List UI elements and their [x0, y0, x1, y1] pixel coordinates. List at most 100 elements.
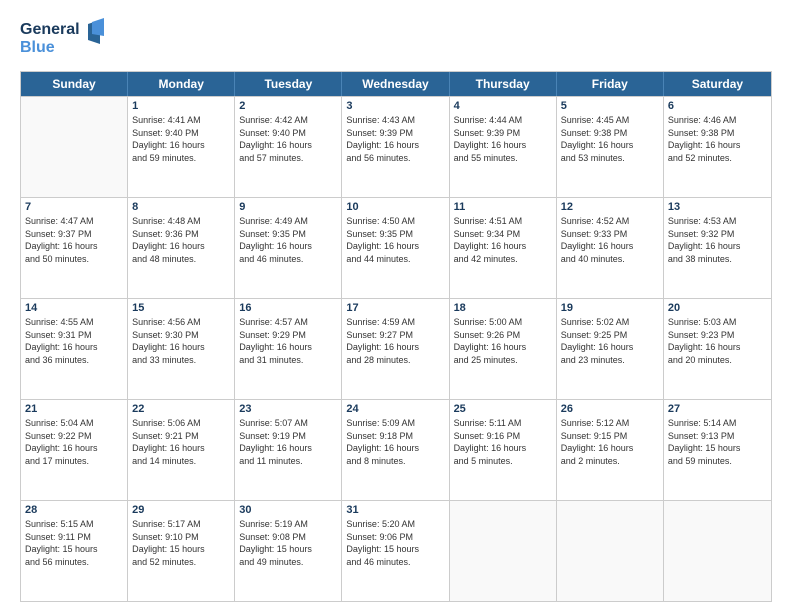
calendar-cell-25: 25Sunrise: 5:11 AM Sunset: 9:16 PM Dayli…: [450, 400, 557, 500]
day-number: 10: [346, 201, 444, 213]
cell-info: Sunrise: 5:15 AM Sunset: 9:11 PM Dayligh…: [25, 518, 123, 568]
calendar-cell-13: 13 Sunrise: 4:53 AM Sunset: 9:32 PM Dayli…: [664, 198, 771, 298]
day-number: 7: [25, 201, 123, 213]
calendar-cell-12: 12Sunrise: 4:52 AM Sunset: 9:33 PM Dayli…: [557, 198, 664, 298]
calendar-cell-17: 17Sunrise: 4:59 AM Sunset: 9:27 PM Dayli…: [342, 299, 449, 399]
day-number: 6: [668, 100, 767, 112]
cell-info: Sunrise: 5:07 AM Sunset: 9:19 PM Dayligh…: [239, 417, 337, 467]
header: General Blue: [20, 16, 772, 63]
cell-info: Sunrise: 4:53 AM Sunset: 9:32 PM Dayligh…: [668, 215, 767, 265]
calendar-cell-empty: [21, 97, 128, 197]
calendar-row-3: 21 Sunrise: 5:04 AM Sunset: 9:22 PM Dayli…: [21, 399, 771, 500]
header-day-monday: Monday: [128, 72, 235, 96]
logo-svg: General Blue: [20, 16, 110, 58]
day-number: 20: [668, 302, 767, 314]
header-day-wednesday: Wednesday: [342, 72, 449, 96]
day-number: 19: [561, 302, 659, 314]
calendar-cell-19: 19 Sunrise: 5:02 AM Sunset: 9:25 PM Dayli…: [557, 299, 664, 399]
calendar-cell-empty: [557, 501, 664, 601]
day-number: 8: [132, 201, 230, 213]
cell-info: Sunrise: 4:59 AM Sunset: 9:27 PM Dayligh…: [346, 316, 444, 366]
calendar-cell-16: 16 Sunrise: 4:57 AM Sunset: 9:29 PM Dayli…: [235, 299, 342, 399]
day-number: 16: [239, 302, 337, 314]
header-day-saturday: Saturday: [664, 72, 771, 96]
cell-info: Sunrise: 4:55 AM Sunset: 9:31 PM Dayligh…: [25, 316, 123, 366]
calendar-cell-18: 18Sunrise: 5:00 AM Sunset: 9:26 PM Dayli…: [450, 299, 557, 399]
cell-info: Sunrise: 4:41 AM Sunset: 9:40 PM Dayligh…: [132, 114, 230, 164]
cell-info: Sunrise: 5:12 AM Sunset: 9:15 PM Dayligh…: [561, 417, 659, 467]
calendar-cell-28: 28 Sunrise: 5:15 AM Sunset: 9:11 PM Dayli…: [21, 501, 128, 601]
calendar-cell-1: 1 Sunrise: 4:41 AM Sunset: 9:40 PM Daylig…: [128, 97, 235, 197]
day-number: 2: [239, 100, 337, 112]
calendar-body: 1 Sunrise: 4:41 AM Sunset: 9:40 PM Daylig…: [21, 96, 771, 601]
calendar-cell-8: 8 Sunrise: 4:48 AM Sunset: 9:36 PM Daylig…: [128, 198, 235, 298]
day-number: 14: [25, 302, 123, 314]
header-day-friday: Friday: [557, 72, 664, 96]
calendar-cell-7: 7Sunrise: 4:47 AM Sunset: 9:37 PM Daylig…: [21, 198, 128, 298]
calendar-row-0: 1 Sunrise: 4:41 AM Sunset: 9:40 PM Daylig…: [21, 96, 771, 197]
cell-info: Sunrise: 5:09 AM Sunset: 9:18 PM Dayligh…: [346, 417, 444, 467]
cell-info: Sunrise: 5:11 AM Sunset: 9:16 PM Dayligh…: [454, 417, 552, 467]
calendar-cell-29: 29 Sunrise: 5:17 AM Sunset: 9:10 PM Dayli…: [128, 501, 235, 601]
cell-info: Sunrise: 4:44 AM Sunset: 9:39 PM Dayligh…: [454, 114, 552, 164]
cell-info: Sunrise: 4:45 AM Sunset: 9:38 PM Dayligh…: [561, 114, 659, 164]
calendar-cell-3: 3 Sunrise: 4:43 AM Sunset: 9:39 PM Daylig…: [342, 97, 449, 197]
calendar-cell-6: 6 Sunrise: 4:46 AM Sunset: 9:38 PM Daylig…: [664, 97, 771, 197]
day-number: 26: [561, 403, 659, 415]
cell-info: Sunrise: 4:49 AM Sunset: 9:35 PM Dayligh…: [239, 215, 337, 265]
calendar-cell-26: 26 Sunrise: 5:12 AM Sunset: 9:15 PM Dayli…: [557, 400, 664, 500]
calendar-cell-11: 11 Sunrise: 4:51 AM Sunset: 9:34 PM Dayli…: [450, 198, 557, 298]
calendar-header: SundayMondayTuesdayWednesdayThursdayFrid…: [21, 72, 771, 96]
day-number: 3: [346, 100, 444, 112]
header-day-sunday: Sunday: [21, 72, 128, 96]
day-number: 28: [25, 504, 123, 516]
cell-info: Sunrise: 4:51 AM Sunset: 9:34 PM Dayligh…: [454, 215, 552, 265]
day-number: 22: [132, 403, 230, 415]
calendar-cell-30: 30Sunrise: 5:19 AM Sunset: 9:08 PM Dayli…: [235, 501, 342, 601]
logo: General Blue: [20, 16, 110, 63]
svg-text:Blue: Blue: [20, 39, 55, 56]
cell-info: Sunrise: 4:56 AM Sunset: 9:30 PM Dayligh…: [132, 316, 230, 366]
cell-info: Sunrise: 4:46 AM Sunset: 9:38 PM Dayligh…: [668, 114, 767, 164]
day-number: 4: [454, 100, 552, 112]
cell-info: Sunrise: 5:14 AM Sunset: 9:13 PM Dayligh…: [668, 417, 767, 467]
cell-info: Sunrise: 5:20 AM Sunset: 9:06 PM Dayligh…: [346, 518, 444, 568]
day-number: 5: [561, 100, 659, 112]
day-number: 15: [132, 302, 230, 314]
day-number: 18: [454, 302, 552, 314]
cell-info: Sunrise: 5:04 AM Sunset: 9:22 PM Dayligh…: [25, 417, 123, 467]
cell-info: Sunrise: 5:06 AM Sunset: 9:21 PM Dayligh…: [132, 417, 230, 467]
calendar-cell-21: 21 Sunrise: 5:04 AM Sunset: 9:22 PM Dayli…: [21, 400, 128, 500]
calendar-cell-24: 24 Sunrise: 5:09 AM Sunset: 9:18 PM Dayli…: [342, 400, 449, 500]
day-number: 31: [346, 504, 444, 516]
day-number: 13: [668, 201, 767, 213]
calendar-cell-14: 14 Sunrise: 4:55 AM Sunset: 9:31 PM Dayli…: [21, 299, 128, 399]
header-day-thursday: Thursday: [450, 72, 557, 96]
calendar-cell-9: 9Sunrise: 4:49 AM Sunset: 9:35 PM Daylig…: [235, 198, 342, 298]
calendar: SundayMondayTuesdayWednesdayThursdayFrid…: [20, 71, 772, 602]
calendar-cell-22: 22 Sunrise: 5:06 AM Sunset: 9:21 PM Dayli…: [128, 400, 235, 500]
header-day-tuesday: Tuesday: [235, 72, 342, 96]
cell-info: Sunrise: 4:48 AM Sunset: 9:36 PM Dayligh…: [132, 215, 230, 265]
calendar-row-2: 14 Sunrise: 4:55 AM Sunset: 9:31 PM Dayli…: [21, 298, 771, 399]
day-number: 27: [668, 403, 767, 415]
cell-info: Sunrise: 4:57 AM Sunset: 9:29 PM Dayligh…: [239, 316, 337, 366]
cell-info: Sunrise: 5:19 AM Sunset: 9:08 PM Dayligh…: [239, 518, 337, 568]
day-number: 1: [132, 100, 230, 112]
calendar-cell-20: 20Sunrise: 5:03 AM Sunset: 9:23 PM Dayli…: [664, 299, 771, 399]
cell-info: Sunrise: 4:42 AM Sunset: 9:40 PM Dayligh…: [239, 114, 337, 164]
calendar-cell-23: 23Sunrise: 5:07 AM Sunset: 9:19 PM Dayli…: [235, 400, 342, 500]
calendar-row-4: 28 Sunrise: 5:15 AM Sunset: 9:11 PM Dayli…: [21, 500, 771, 601]
cell-info: Sunrise: 5:02 AM Sunset: 9:25 PM Dayligh…: [561, 316, 659, 366]
day-number: 29: [132, 504, 230, 516]
day-number: 24: [346, 403, 444, 415]
day-number: 11: [454, 201, 552, 213]
day-number: 21: [25, 403, 123, 415]
cell-info: Sunrise: 4:43 AM Sunset: 9:39 PM Dayligh…: [346, 114, 444, 164]
page: General Blue SundayMondayTuesdayWednesda…: [0, 0, 792, 612]
cell-info: Sunrise: 5:17 AM Sunset: 9:10 PM Dayligh…: [132, 518, 230, 568]
calendar-cell-10: 10Sunrise: 4:50 AM Sunset: 9:35 PM Dayli…: [342, 198, 449, 298]
cell-info: Sunrise: 4:52 AM Sunset: 9:33 PM Dayligh…: [561, 215, 659, 265]
calendar-cell-5: 5 Sunrise: 4:45 AM Sunset: 9:38 PM Daylig…: [557, 97, 664, 197]
calendar-cell-2: 2 Sunrise: 4:42 AM Sunset: 9:40 PM Daylig…: [235, 97, 342, 197]
